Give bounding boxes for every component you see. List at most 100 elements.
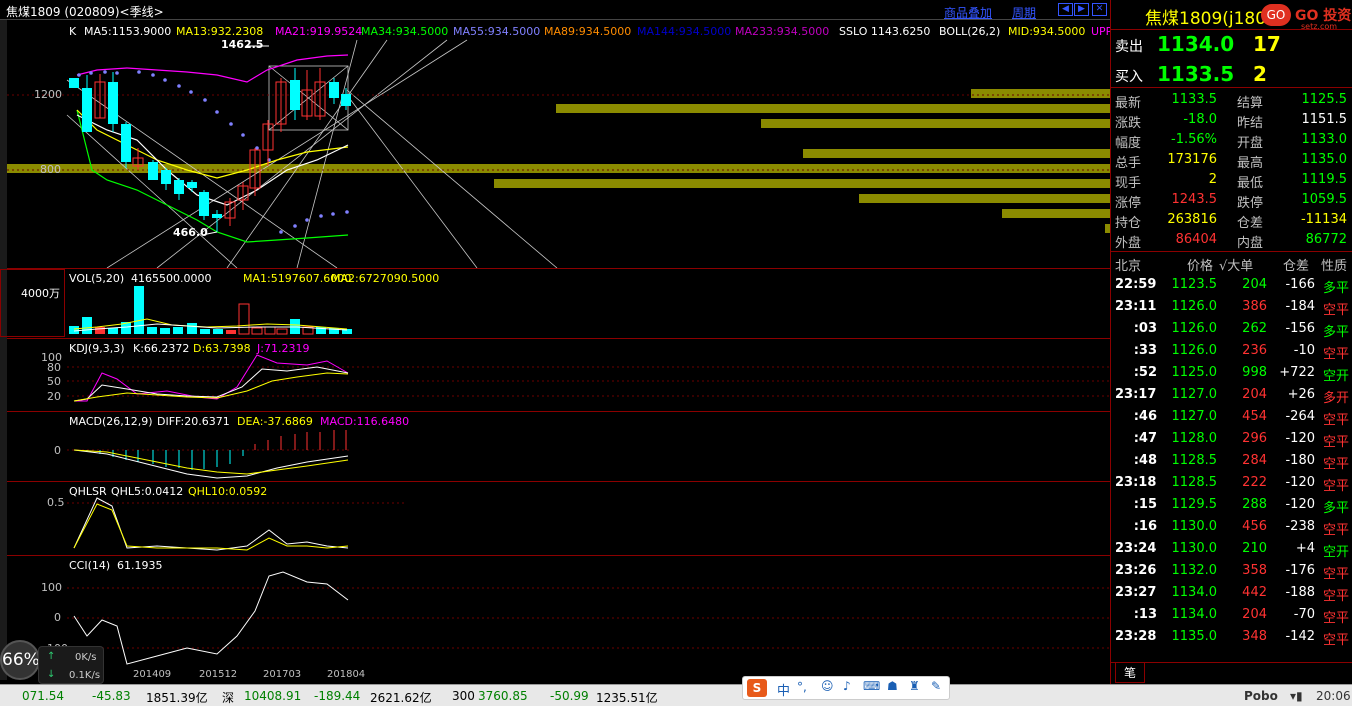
buy-volume: 2 [1253,62,1267,86]
trade-row[interactable]: :47 1128.0 296 -120 空平 [1111,428,1352,450]
user-icon[interactable]: ☗ [887,679,898,693]
sslo-label: SSLO 1143.6250 [839,25,931,38]
tools-icon[interactable]: ✎ [931,679,941,693]
quote-label: 跌停 [1237,196,1264,211]
trade-price: 1127.0 [1171,409,1218,424]
trade-row[interactable]: 23:27 1134.0 442 -188 空平 [1111,582,1352,604]
quote-value: 1151.5 [1301,112,1348,127]
sell-price[interactable]: 1134.0 [1157,32,1234,56]
nav-right-icon[interactable]: ▶ [1074,3,1089,16]
trade-price: 1134.0 [1171,607,1218,622]
cci-panel[interactable]: CCI(14) 61.1935 100 0 -100 201409 201512… [7,555,1110,680]
trade-time: 23:28 [1115,629,1157,644]
kdj-svg [67,354,1110,402]
trade-volume: 456 [1242,519,1267,534]
trade-row[interactable]: 23:24 1130.0 210 +4 空开 [1111,538,1352,560]
trade-time: :03 [1133,321,1157,336]
trade-row[interactable]: :33 1126.0 236 -10 空平 [1111,340,1352,362]
trade-row[interactable]: :13 1134.0 204 -70 空平 [1111,604,1352,626]
sz-name: 深 [222,691,235,705]
trade-row[interactable]: 23:11 1126.0 386 -184 空平 [1111,296,1352,318]
trade-row[interactable]: :16 1130.0 456 -238 空平 [1111,516,1352,538]
vp-bar [556,104,1110,113]
trade-price: 1134.0 [1171,585,1218,600]
trades-list[interactable]: 22:59 1123.5 204 -166 多平 23:11 1126.0 386 -184 空平… [1111,274,1352,656]
trade-row[interactable]: :46 1127.0 454 -264 空平 [1111,406,1352,428]
volume-panel[interactable]: VOL(5,20) 4165500.0000 MA1:5197607.6000 … [0,268,1110,338]
pobo-brand: Pobo [1244,689,1278,703]
trade-row[interactable]: 23:28 1135.0 348 -142 空平 [1111,626,1352,648]
sogou-icon[interactable]: S [747,679,767,697]
chart-title: 焦煤1809 (020809)<季线> [6,5,164,19]
tab-ticks[interactable]: 笔 [1115,663,1145,683]
download-speed: 0.1K/s [69,670,101,681]
nav-left-icon[interactable]: ◀ [1058,3,1073,16]
candle [121,124,131,162]
quote-value: 86772 [1305,232,1347,247]
quote-row: 涨跌 -18.0 昨结 1151.5 [1111,110,1352,131]
macd-panel[interactable]: MACD(26,12,9) DIFF:20.6371 DEA:-37.6869 … [7,411,1110,481]
date-label-3: 201703 [263,669,302,680]
candle [69,78,79,88]
trade-volume: 442 [1242,585,1267,600]
trade-row[interactable]: :15 1129.5 288 -120 多平 [1111,494,1352,516]
period-link[interactable]: 周期 [1012,4,1036,21]
candles [69,68,351,232]
trade-nature: 多平 [1322,281,1349,296]
skin-icon[interactable]: ♜ [909,679,920,693]
trade-volume: 284 [1242,453,1267,468]
chart-title-bar: 焦煤1809 (020809)<季线> 商品叠加 周期 ◀ ▶ ✕ [0,0,1110,20]
qhlsr-q10-line [73,503,349,551]
trade-row[interactable]: 23:26 1132.0 358 -176 空平 [1111,560,1352,582]
trade-row[interactable]: 23:18 1128.5 222 -120 空平 [1111,472,1352,494]
quote-value: 1133.0 [1301,132,1348,147]
quote-label: 开盘 [1237,136,1264,151]
sz-change: -189.44 [314,689,361,703]
overlay-commodity-link[interactable]: 商品叠加 [944,4,992,21]
candle [199,192,209,216]
trade-time: 23:11 [1115,299,1157,314]
trade-row[interactable]: :48 1128.5 284 -180 空平 [1111,450,1352,472]
ime-toolbar[interactable]: S 中 °, ☺ ♪ ⌨ ☗ ♜ ✎ [742,676,950,700]
trade-price: 1128.5 [1171,475,1218,490]
trade-nature: 空平 [1322,457,1349,472]
trades-col-nature: 性质 [1321,259,1348,274]
emoji-icon[interactable]: ☺ [821,679,834,693]
trade-diff: -70 [1293,607,1315,622]
trade-volume: 236 [1242,343,1267,358]
trade-nature: 空平 [1322,567,1349,582]
quote-label: 内盘 [1237,236,1264,251]
kdj-k-line [73,366,349,402]
trade-diff: -120 [1285,475,1315,490]
trade-diff: -180 [1285,453,1315,468]
trade-row[interactable]: 23:17 1127.0 204 +26 多开 [1111,384,1352,406]
ma55-label: MA55:934.5000 [453,25,541,38]
keyboard-icon[interactable]: ⌨ [863,679,880,693]
trade-row[interactable]: :52 1125.0 998 +722 空开 [1111,362,1352,384]
trade-price: 1130.0 [1171,541,1218,556]
cpu-gauge[interactable]: 66% [0,640,40,680]
vp-bar [1002,209,1110,218]
chinese-mode-icon[interactable]: 中 [777,680,790,699]
trade-row[interactable]: :03 1126.0 262 -156 多平 [1111,318,1352,340]
trade-diff: +4 [1295,541,1315,556]
hs-name: 300 [452,689,475,703]
quote-row: 最新 1133.5 结算 1125.5 [1111,90,1352,111]
trade-row[interactable]: 22:59 1123.5 204 -166 多平 [1111,274,1352,296]
trade-time: :52 [1133,365,1157,380]
trade-volume: 386 [1242,299,1267,314]
trade-time: :48 [1133,453,1157,468]
punct-icon[interactable]: °, [797,680,807,694]
trade-nature: 多开 [1322,391,1349,406]
quote-value: 86404 [1175,232,1217,247]
mic-icon[interactable]: ♪ [843,679,851,693]
trade-nature: 多平 [1322,501,1349,516]
kline-panel[interactable]: K MA5:1153.9000 MA13:932.2308 MA21:919.9… [7,20,1112,268]
trade-price: 1127.0 [1171,387,1218,402]
trade-diff: -184 [1285,299,1315,314]
qhlsr-panel[interactable]: QHLSR QHL5:0.0412 QHL10:0.0592 0.5 [7,481,1110,555]
trade-diff: +26 [1287,387,1315,402]
buy-price[interactable]: 1133.5 [1157,62,1234,86]
kdj-panel[interactable]: KDJ(9,3,3) K:66.2372 D:63.7398 J:71.2319… [7,338,1110,411]
close-icon[interactable]: ✕ [1092,3,1107,16]
